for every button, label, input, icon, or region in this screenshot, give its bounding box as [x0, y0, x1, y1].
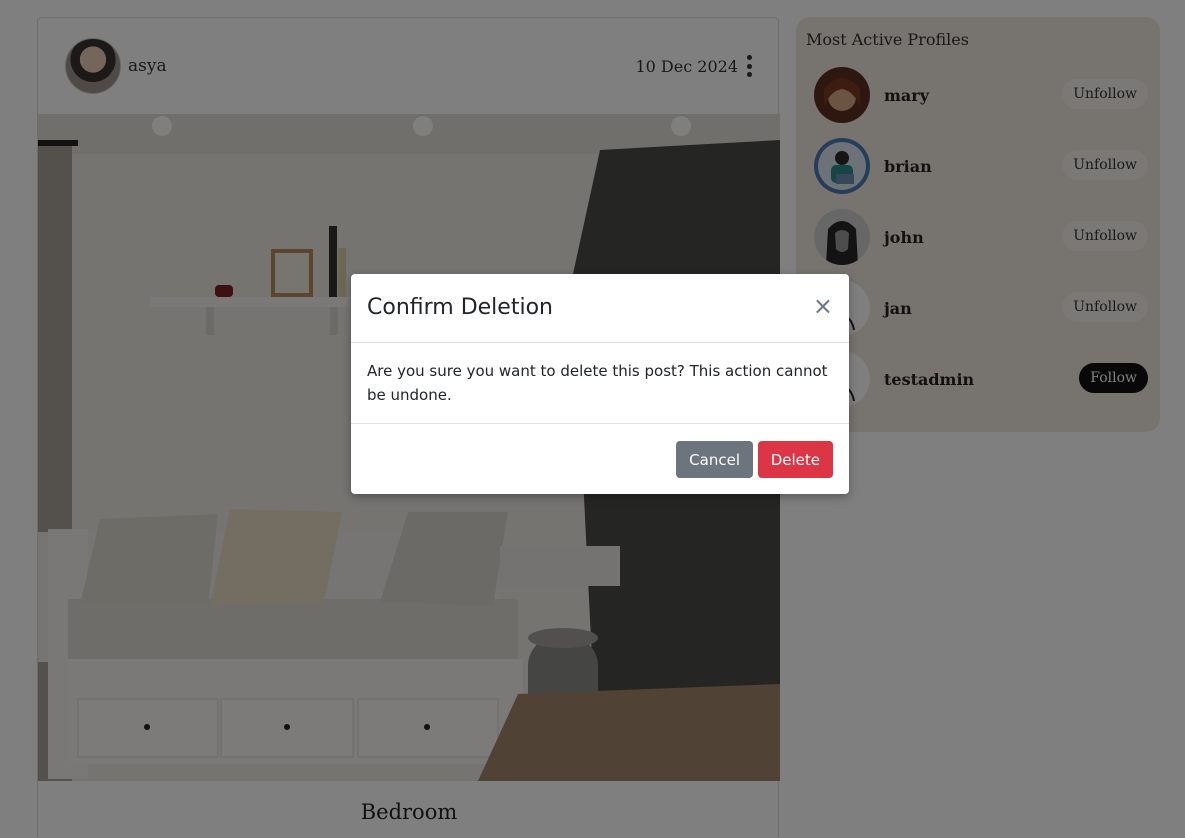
cancel-button[interactable]: Cancel [676, 441, 753, 478]
confirm-delete-modal: Confirm Deletion × Are you sure you want… [351, 274, 849, 494]
delete-button[interactable]: Delete [757, 441, 833, 478]
modal-body: Are you sure you want to delete this pos… [367, 362, 828, 404]
modal-title: Confirm Deletion [367, 295, 553, 320]
modal-header: Confirm Deletion × [351, 274, 849, 343]
close-icon[interactable]: × [813, 294, 833, 318]
modal-footer: Cancel Delete [351, 423, 849, 494]
